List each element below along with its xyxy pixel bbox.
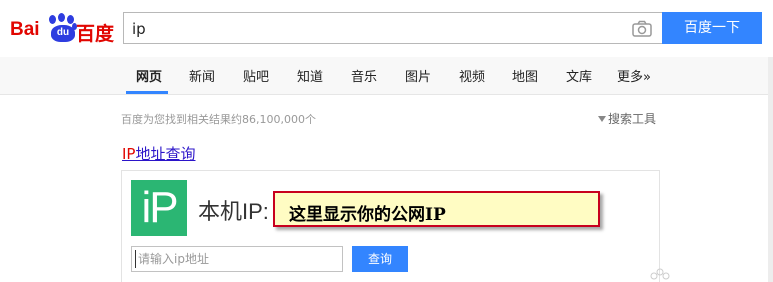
logo-text-baidu: 百度 [76,24,115,45]
ip-address-input[interactable] [135,250,338,268]
tab-images[interactable]: 图片 [405,66,431,85]
search-input[interactable] [132,19,612,39]
annotation-callout: 这里显示你的公网IP [273,191,600,227]
tab-video[interactable]: 视频 [459,66,485,85]
callout-text: 这里显示你的公网IP [289,205,446,225]
tab-more[interactable]: 更多» [617,66,651,85]
watermark-paw-icon [650,268,670,280]
result-title-highlight: IP [122,145,136,163]
baidu-logo[interactable]: Bai du 百度 [10,8,118,46]
result-title-rest: 地址查询 [135,145,196,163]
search-tools-label: 搜索工具 [608,112,657,126]
result-title-link[interactable]: IP地址查询 [122,143,196,164]
tab-map[interactable]: 地图 [512,66,538,85]
active-tab-indicator [126,91,168,94]
tab-bar: 网页 新闻 贴吧 知道 音乐 图片 视频 地图 文库 更多» [0,57,773,95]
tab-tieba[interactable]: 贴吧 [243,66,269,85]
camera-icon[interactable] [632,20,652,37]
tab-zhidao[interactable]: 知道 [297,66,323,85]
search-button[interactable]: 百度一下 [662,12,762,44]
query-button[interactable]: 查询 [352,246,408,272]
tab-news[interactable]: 新闻 [189,66,215,85]
tab-web[interactable]: 网页 [136,66,162,85]
search-tools[interactable]: 搜索工具 [598,110,656,127]
ip-app-icon: iP [131,180,187,236]
paw-icon: du [46,13,78,43]
logo-text-bai: Bai [10,19,40,40]
search-box[interactable] [123,12,662,44]
scrollbar-track[interactable] [768,57,773,282]
filter-icon [598,116,606,122]
ip-address-field[interactable] [131,246,343,272]
result-count: 百度为您找到相关结果约86,100,000个 [121,113,316,126]
logo-text-du: du [56,27,70,38]
tab-music[interactable]: 音乐 [351,66,377,85]
local-ip-label: 本机IP: [198,199,269,224]
tab-wenku[interactable]: 文库 [566,66,592,85]
